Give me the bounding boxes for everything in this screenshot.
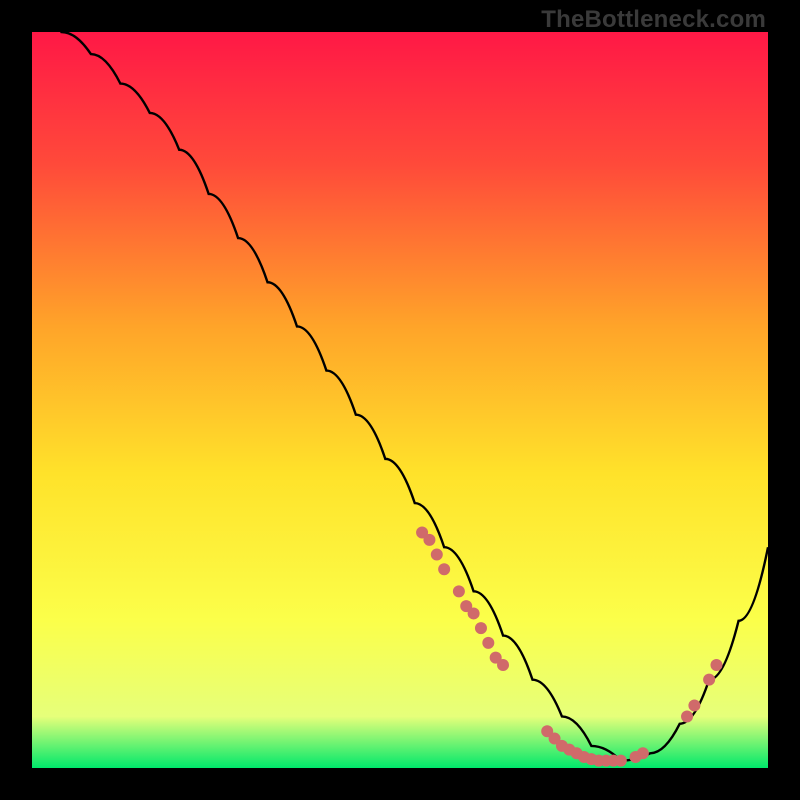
data-point — [703, 674, 715, 686]
data-point — [637, 747, 649, 759]
data-point — [431, 549, 443, 561]
data-point — [710, 659, 722, 671]
data-point — [497, 659, 509, 671]
data-point — [423, 534, 435, 546]
chart-svg — [32, 32, 768, 768]
data-point — [453, 585, 465, 597]
watermark-text: TheBottleneck.com — [541, 6, 766, 34]
data-point — [688, 699, 700, 711]
plot-frame — [32, 32, 768, 768]
data-point — [615, 755, 627, 767]
data-point — [438, 563, 450, 575]
data-point — [482, 637, 494, 649]
data-point — [468, 607, 480, 619]
gradient-bg — [32, 32, 768, 768]
data-point — [681, 710, 693, 722]
data-point — [475, 622, 487, 634]
